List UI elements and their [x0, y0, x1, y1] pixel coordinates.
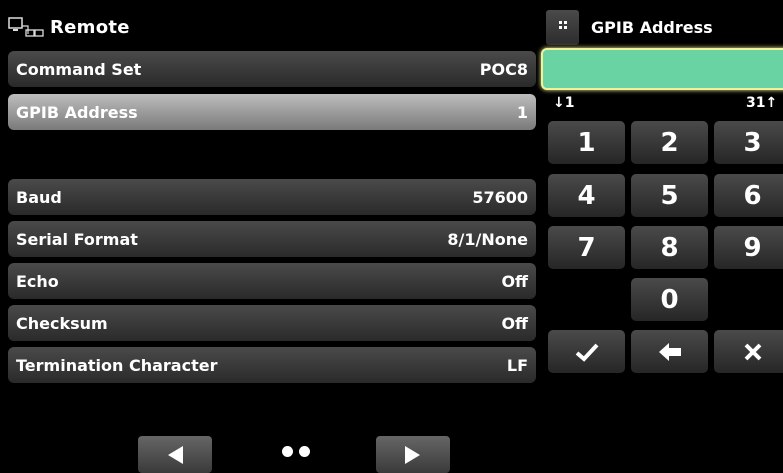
- page-indicator: [282, 446, 310, 457]
- row-label: Checksum: [16, 313, 108, 333]
- page-header: Remote: [8, 8, 130, 46]
- keypad-header: GPIB Address: [546, 8, 783, 46]
- row-label: Serial Format: [16, 229, 138, 249]
- key-3[interactable]: 3: [714, 121, 783, 164]
- checkmark-icon: [575, 343, 598, 362]
- range-min: ↓1: [553, 95, 575, 111]
- backspace-button[interactable]: [631, 330, 708, 373]
- key-9[interactable]: 9: [714, 226, 783, 269]
- row-value: LF: [506, 355, 528, 375]
- page-title: Remote: [50, 16, 130, 38]
- row-value: 1: [516, 102, 528, 122]
- row-value: 57600: [472, 187, 528, 207]
- echo-row[interactable]: Echo Off: [8, 263, 536, 299]
- key-7[interactable]: 7: [548, 226, 625, 269]
- row-label: Command Set: [16, 59, 142, 79]
- key-1[interactable]: 1: [548, 121, 625, 164]
- termination-character-row[interactable]: Termination Character LF: [8, 347, 536, 383]
- row-label: GPIB Address: [16, 102, 138, 122]
- command-set-row[interactable]: Command Set POC8: [8, 51, 536, 87]
- row-value: POC8: [479, 59, 528, 79]
- arrow-left-icon: [168, 445, 183, 464]
- gpib-address-row[interactable]: GPIB Address 1: [8, 94, 536, 130]
- range-max: 31↑: [746, 95, 778, 111]
- page-dot: [282, 446, 293, 457]
- next-page-button[interactable]: [376, 436, 450, 473]
- confirm-button[interactable]: [548, 330, 625, 373]
- key-6[interactable]: 6: [714, 174, 783, 217]
- grip-dots-icon: [558, 21, 567, 29]
- key-0[interactable]: 0: [631, 278, 708, 321]
- row-label: Baud: [16, 187, 62, 207]
- page-dot: [299, 446, 310, 457]
- key-2[interactable]: 2: [631, 121, 708, 164]
- serial-format-row[interactable]: Serial Format 8/1/None: [8, 221, 536, 257]
- baud-row[interactable]: Baud 57600: [8, 179, 536, 215]
- drag-handle[interactable]: [546, 9, 579, 45]
- row-label: Termination Character: [16, 355, 218, 375]
- key-5[interactable]: 5: [631, 174, 708, 217]
- checksum-row[interactable]: Checksum Off: [8, 305, 536, 341]
- gpib-address-input[interactable]: [541, 48, 783, 90]
- previous-page-button[interactable]: [138, 436, 212, 473]
- remote-computer-icon: [8, 17, 44, 37]
- cancel-button[interactable]: [714, 330, 783, 373]
- key-8[interactable]: 8: [631, 226, 708, 269]
- key-4[interactable]: 4: [548, 174, 625, 217]
- row-value: 8/1/None: [447, 229, 528, 249]
- arrow-left-icon: [658, 342, 681, 361]
- arrow-right-icon: [405, 445, 420, 464]
- close-icon: [744, 343, 761, 360]
- row-label: Echo: [16, 271, 59, 291]
- row-value: Off: [501, 271, 528, 291]
- row-value: Off: [501, 313, 528, 333]
- keypad-title: GPIB Address: [591, 17, 713, 37]
